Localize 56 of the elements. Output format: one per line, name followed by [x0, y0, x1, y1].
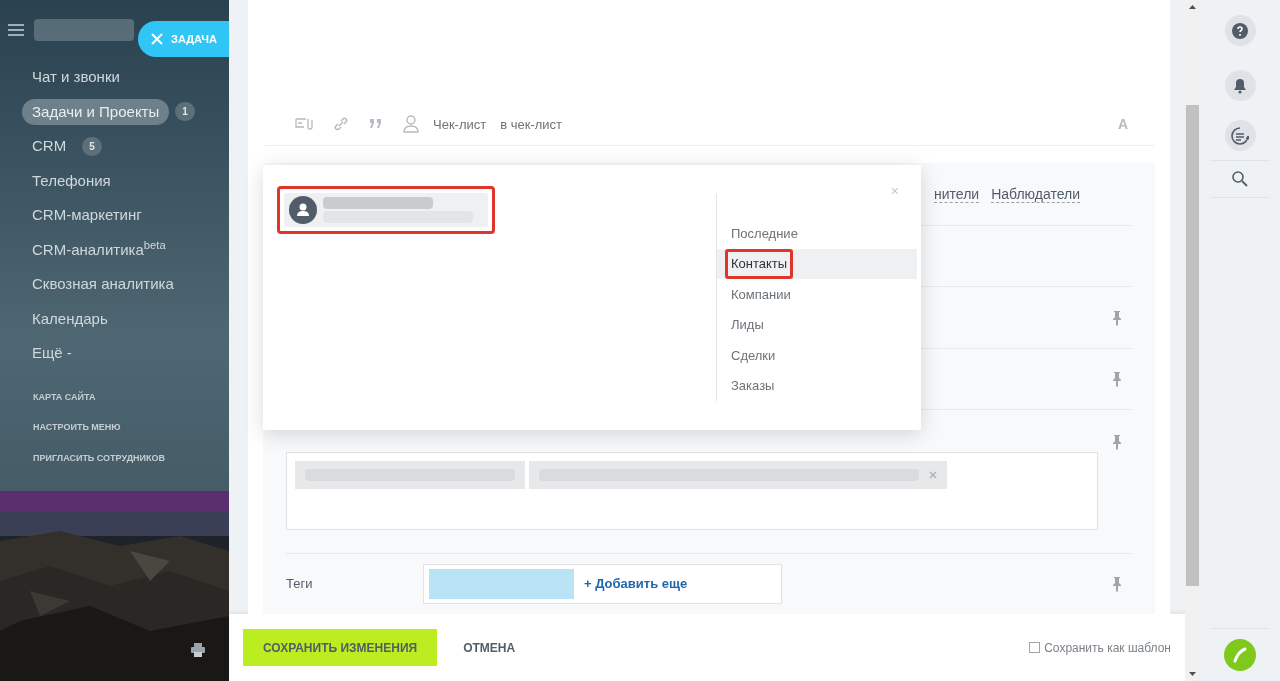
sidebar-item[interactable]: Сквозная аналитика	[22, 271, 184, 298]
checkbox-label: Сохранить как шаблон	[1044, 639, 1171, 657]
entity-tab[interactable]: Последние	[717, 218, 917, 249]
link-icon[interactable]	[333, 116, 349, 133]
sidebar-link[interactable]: НАСТРОИТЬ МЕНЮ	[33, 421, 229, 435]
tags-field[interactable]: + Добавить еще	[423, 564, 782, 604]
sidebar-item[interactable]: Календарь	[22, 305, 118, 332]
pin-icon[interactable]	[1112, 434, 1122, 450]
sidebar-item[interactable]: CRM-аналитика$^{beta}$	[22, 236, 176, 263]
search-icon[interactable]	[1232, 171, 1248, 187]
count-badge: 5	[82, 136, 102, 156]
field-label: Теги	[286, 575, 314, 594]
person-icon[interactable]	[403, 115, 419, 134]
avatar-icon	[289, 196, 317, 224]
add-tag-link[interactable]: + Добавить еще	[584, 574, 688, 594]
template-checkbox[interactable]	[1029, 642, 1041, 653]
selected-entity[interactable]	[277, 186, 495, 234]
crm-field[interactable]	[286, 452, 1098, 530]
phone-icon	[1232, 647, 1248, 663]
save-button[interactable]: СОХРАНИТЬ ИЗМЕНЕНИЯ	[243, 629, 438, 666]
menu-icon[interactable]	[8, 24, 24, 36]
sidebar-item[interactable]: Чат и звонки	[22, 64, 130, 91]
toolbar-link[interactable]: в чек-лист	[500, 114, 563, 135]
sidebar-item[interactable]: Ещё -	[22, 340, 82, 367]
entity-tab[interactable]: Заказы	[717, 370, 917, 401]
printer-icon[interactable]	[191, 643, 205, 657]
cancel-button[interactable]: ОТМЕНА	[437, 629, 542, 666]
role-link[interactable]: Наблюдатели	[991, 185, 1080, 203]
sidebar-item[interactable]: CRM-маркетинг	[22, 202, 152, 229]
close-icon	[151, 33, 163, 45]
sidebar-item[interactable]: CRM	[22, 133, 77, 160]
sidebar-link[interactable]: ПРИГЛАСИТЬ СОТРУДНИКОВ	[33, 451, 229, 465]
call-button[interactable]	[1224, 639, 1256, 671]
entity-tab[interactable]: Контакты	[717, 248, 917, 279]
remove-icon[interactable]	[929, 471, 937, 479]
pin-icon[interactable]	[1112, 576, 1122, 592]
bell-icon	[1233, 77, 1247, 94]
chat-button[interactable]	[1224, 120, 1256, 151]
attach-icon[interactable]	[295, 117, 313, 132]
quote-icon[interactable]	[369, 118, 383, 131]
count-badge: 1	[175, 102, 195, 122]
sidebar-item[interactable]: Задачи и Проекты	[22, 98, 170, 125]
entity-tab[interactable]: Лиды	[717, 309, 917, 340]
sidebar-item[interactable]: Телефония	[22, 167, 121, 194]
entity-tab[interactable]: Компании	[717, 279, 917, 310]
chat-icon	[1231, 126, 1249, 145]
toolbar-link[interactable]: Чек-лист	[433, 114, 487, 135]
entity-tab[interactable]: Сделки	[717, 340, 917, 371]
help-icon	[1232, 22, 1248, 39]
sidebar-link[interactable]: КАРТА САЙТА	[33, 390, 229, 404]
help-button[interactable]	[1224, 15, 1256, 46]
pin-icon[interactable]	[1112, 371, 1122, 387]
role-link[interactable]: нители	[934, 185, 980, 203]
notifications-button[interactable]	[1224, 70, 1256, 101]
scrollbar-thumb[interactable]	[1186, 105, 1199, 586]
pin-icon[interactable]	[1112, 309, 1122, 326]
